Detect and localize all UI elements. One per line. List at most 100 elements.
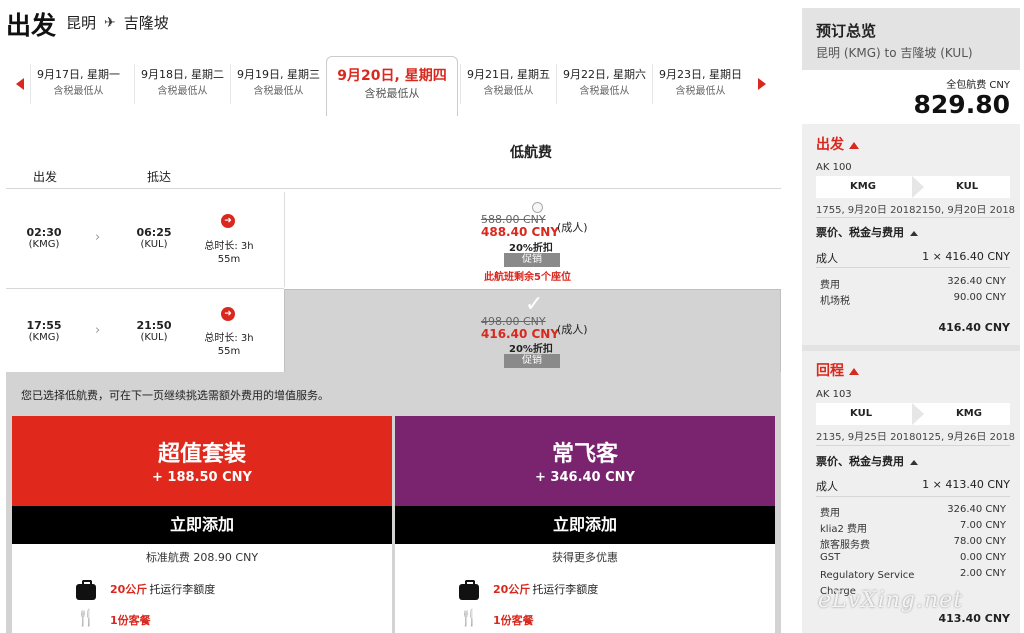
package-price: + 346.40 CNY [535,470,635,485]
date-tab-selected[interactable]: 9月20日, 星期四 含税最低从 [326,56,458,116]
date-tab[interactable]: 9月19日, 星期三 含税最低从 [230,64,326,104]
fees-toggle[interactable]: 票价、税金与费用 [816,224,918,240]
premium-flex-card: 常飞客 + 346.40 CNY 立即添加 获得更多优惠 20公斤 托运行李额度… [395,416,775,633]
row-value: 1 × 416.40 CNY [922,250,1010,263]
meal-icon: 🍴 [76,608,96,627]
date-tab[interactable]: 9月18日, 星期二 含税最低从 [134,64,230,104]
feature-highlight: 20公斤 [110,583,148,596]
seats-left-note: 此航班剩余5个座位 [484,272,571,283]
page-title: 出发 [6,11,57,40]
date-tab-sub: 含税最低从 [483,86,534,97]
value-pack-card: 超值套装 + 188.50 CNY 立即添加 标准航费 208.90 CNY 2… [12,416,392,633]
segment-from: KUL [850,408,873,419]
segment-times: 1755, 9月20日 20182150, 9月20日 2018 [816,205,1016,216]
booking-summary-panel: 预订总览 昆明 (KMG) to 吉隆坡 (KUL) 全包航费 CNY 829.… [802,8,1020,633]
page-header: 出发 昆明 ✈ 吉隆坡 [0,0,790,45]
date-tab[interactable]: 9月21日, 星期五 含税最低从 [460,64,556,104]
feature-baggage: 20公斤 托运行李额度 [110,581,215,597]
depart-code: (KMG) [28,332,60,343]
arrive-code: (KUL) [140,239,168,250]
segment-bar: KMG KUL [816,176,1010,198]
depart-column-header: 出发 [33,170,58,184]
fees-toggle[interactable]: 票价、税金与费用 [816,453,918,469]
segment-bar: KUL KMG [816,403,1010,425]
package-subtext: 获得更多优惠 [552,551,618,564]
return-section-toggle[interactable]: 回程 [816,360,859,380]
date-tab-sub: 含税最低从 [675,86,726,97]
section-label: 回程 [816,363,844,379]
add-value-pack-button[interactable]: 立即添加 [12,506,392,544]
date-tab-date: 9月18日, 星期二 [141,68,224,81]
row-value: 326.40 CNY [947,504,1006,515]
feature-baggage: 20公斤 托运行李额度 [493,581,598,597]
next-dates-arrow-icon[interactable] [758,78,766,90]
row-value: 90.00 CNY [953,292,1006,303]
duration-line: 55m [217,254,241,265]
add-premium-flex-button[interactable]: 立即添加 [395,506,775,544]
row-label: 机场税 [820,296,850,307]
date-tab-sub: 含税最低从 [157,86,208,97]
date-tab-sub: 含税最低从 [364,87,420,100]
divider [816,267,1010,268]
package-name: 常飞客 [551,442,618,467]
date-tab[interactable]: 9月22日, 星期六 含税最低从 [556,64,652,104]
date-tab-date: 9月23日, 星期日 [659,68,742,81]
row-value: 0.00 CNY [959,552,1006,563]
row-value: 326.40 CNY [947,276,1006,287]
discounted-price: 416.40 CNY [481,327,560,341]
upsell-panel: 您已选择低航费，可在下一页继续挑选需额外费用的增值服务。 超值套装 + 188.… [6,372,781,633]
feature-text: 托运行李额度 [532,583,599,596]
subtotal: 413.40 CNY [938,612,1010,625]
date-tab-date: 9月17日, 星期一 [37,68,120,81]
flight-row-selected: 17:55 (KMG) › 21:50 (KUL) ➜ 总时长: 3h 55m … [6,289,781,384]
flight-number: AK 100 [816,162,852,173]
duration-line: 总时长: 3h [204,333,254,344]
summary-header: 预订总览 昆明 (KMG) to 吉隆坡 (KUL) 全包航费 CNY 829.… [802,8,1020,124]
chevron-right-icon: › [95,323,101,338]
lowfare-cell[interactable]: 588.00 CNY 488.40 CNY (成人) 20%折扣 促销 此航班剩… [284,192,781,287]
package-price: + 188.50 CNY [152,470,252,485]
segment-to: KUL [956,181,979,192]
booking-page: 出发 昆明 ✈ 吉隆坡 9月17日, 星期一 含税最低从 9月18日, 星期二 … [0,0,1024,633]
outbound-section-toggle[interactable]: 出发 [816,134,859,154]
plane-icon: ✈ [104,14,116,31]
feature-highlight: 1份客餐 [110,614,151,627]
fare-radio[interactable] [532,202,543,213]
prev-dates-arrow-icon[interactable] [16,78,24,90]
divider [816,445,1010,446]
row-label: 旅客服务费 [820,540,870,551]
premium-flex-banner: 常飞客 + 346.40 CNY [395,416,775,506]
baggage-icon [459,580,479,600]
date-tab[interactable]: 9月23日, 星期日 含税最低从 [652,64,748,104]
section-separator [802,345,1020,351]
summary-route: 昆明 (KMG) to 吉隆坡 (KUL) [816,46,973,60]
row-label: 成人 [816,480,838,493]
total-label: 全包航费 CNY [946,80,1010,91]
collapse-arrow-icon [910,230,918,236]
feature-text: 托运行李额度 [149,583,216,596]
discount-label: 20%折扣 [509,344,553,355]
passenger-type: (成人) [557,323,588,336]
origin-city: 昆明 [66,14,97,32]
date-tab-sub: 含税最低从 [53,86,104,97]
date-tab-date: 9月22日, 星期六 [563,68,646,81]
flight-details-icon[interactable]: ➜ [221,214,235,228]
lowfare-cell-selected[interactable]: ✓ 498.00 CNY 416.40 CNY (成人) 20%折扣 促销 [284,289,781,373]
row-label: klia2 费用 [820,524,868,535]
depart-time: 17:55 [26,319,62,332]
row-value: 78.00 CNY [953,536,1006,547]
duration: 总时长: 3h 55m [199,240,259,266]
feature-highlight: 1份客餐 [493,614,534,627]
date-tab[interactable]: 9月17日, 星期一 含税最低从 [30,64,126,104]
total-box: 全包航费 CNY 829.80 [802,70,1020,124]
date-tab-date: 9月20日, 星期四 [337,68,447,84]
package-subtext: 标准航费 208.90 CNY [145,551,259,564]
discounted-price: 488.40 CNY [481,225,560,239]
collapse-arrow-icon [910,459,918,465]
route-title: 昆明 ✈ 吉隆坡 [66,12,169,33]
flight-details-icon[interactable]: ➜ [221,307,235,321]
arrive-column-header: 抵达 [147,170,172,184]
fees-label: 票价、税金与费用 [816,455,904,468]
promo-badge: 促销 [504,253,560,267]
value-pack-banner: 超值套装 + 188.50 CNY [12,416,392,506]
